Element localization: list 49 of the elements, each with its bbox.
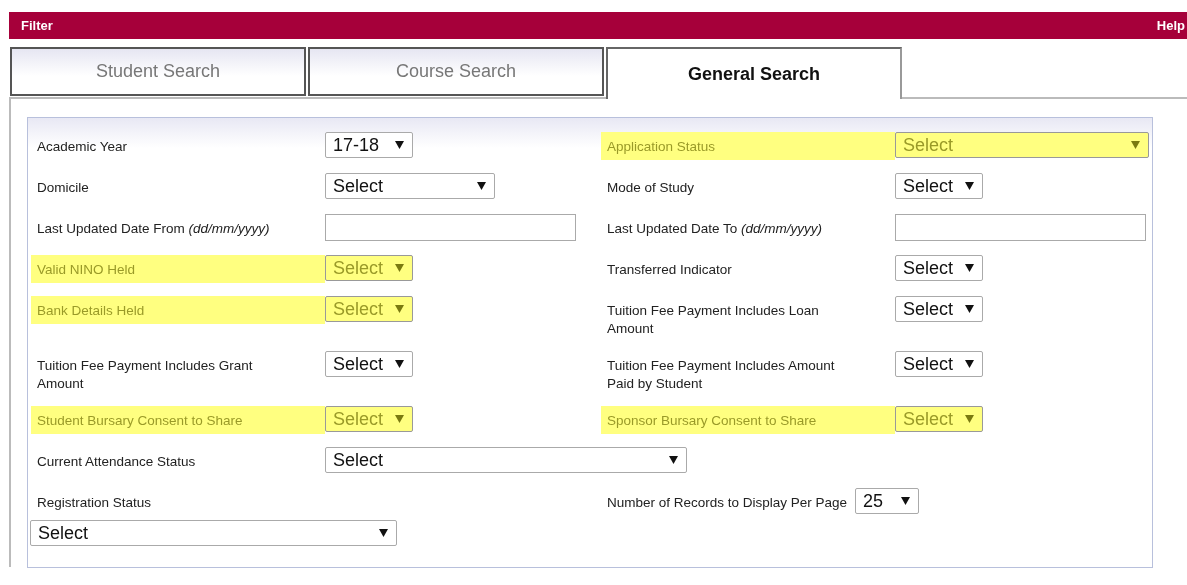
header-title: Filter xyxy=(21,18,53,33)
select-dropdown[interactable]: 17-18 xyxy=(325,132,413,158)
help-link[interactable]: Help xyxy=(1156,18,1185,33)
select-dropdown[interactable]: Select xyxy=(895,296,983,322)
field-label: Last Updated Date To (dd/mm/yyyy) xyxy=(606,220,824,238)
select-dropdown[interactable]: Select xyxy=(325,173,495,199)
field-label: Number of Records to Display Per Page xyxy=(606,494,849,512)
caret-icon xyxy=(965,182,974,190)
caret-icon xyxy=(395,415,404,423)
field-label: Tuition Fee Payment Includes Amount Paid by Student xyxy=(606,357,836,393)
field-label: Transferred Indicator xyxy=(606,261,733,279)
caret-icon xyxy=(965,415,974,423)
caret-icon xyxy=(395,141,404,149)
search-tab[interactable]: Course Search xyxy=(308,47,604,96)
caret-icon xyxy=(395,305,404,313)
select-dropdown[interactable]: Select xyxy=(895,255,983,281)
caret-icon xyxy=(395,360,404,368)
field-label: Registration Status xyxy=(36,494,153,512)
caret-icon xyxy=(965,264,974,272)
caret-icon xyxy=(901,497,911,505)
field-label: Tuition Fee Payment Includes Grant Amount xyxy=(36,357,254,393)
caret-icon xyxy=(477,182,486,190)
caret-icon xyxy=(669,456,678,464)
date-input-field[interactable] xyxy=(895,214,1146,241)
field-label: Academic Year xyxy=(36,138,129,156)
select-dropdown[interactable]: Select xyxy=(325,447,687,473)
select-dropdown[interactable]: Select xyxy=(895,173,983,199)
search-tab[interactable]: Student Search xyxy=(10,47,306,96)
field-label: Mode of Study xyxy=(606,179,696,197)
field-label: Student Bursary Consent to Share xyxy=(31,406,325,434)
search-tab[interactable]: General Search xyxy=(606,47,902,99)
field-label: Valid NINO Held xyxy=(31,255,325,283)
select-dropdown[interactable]: Select xyxy=(30,520,397,546)
field-label: Domicile xyxy=(36,179,90,197)
date-input-field[interactable] xyxy=(325,214,576,241)
field-label: Sponsor Bursary Consent to Share xyxy=(601,406,895,434)
select-dropdown[interactable]: Select xyxy=(325,351,413,377)
caret-icon xyxy=(965,360,974,368)
field-label: Application Status xyxy=(601,132,895,160)
caret-icon xyxy=(965,305,974,313)
field-label: Bank Details Held xyxy=(31,296,325,324)
field-label: Last Updated Date From (dd/mm/yyyy) xyxy=(36,220,271,238)
field-label: Current Attendance Status xyxy=(36,453,197,471)
select-dropdown[interactable]: 25 xyxy=(855,488,920,514)
caret-icon xyxy=(379,529,388,537)
select-dropdown[interactable]: Select xyxy=(895,351,983,377)
caret-icon xyxy=(1131,141,1140,149)
field-label: Tuition Fee Payment Includes Loan Amount xyxy=(606,302,820,338)
caret-icon xyxy=(395,264,404,272)
